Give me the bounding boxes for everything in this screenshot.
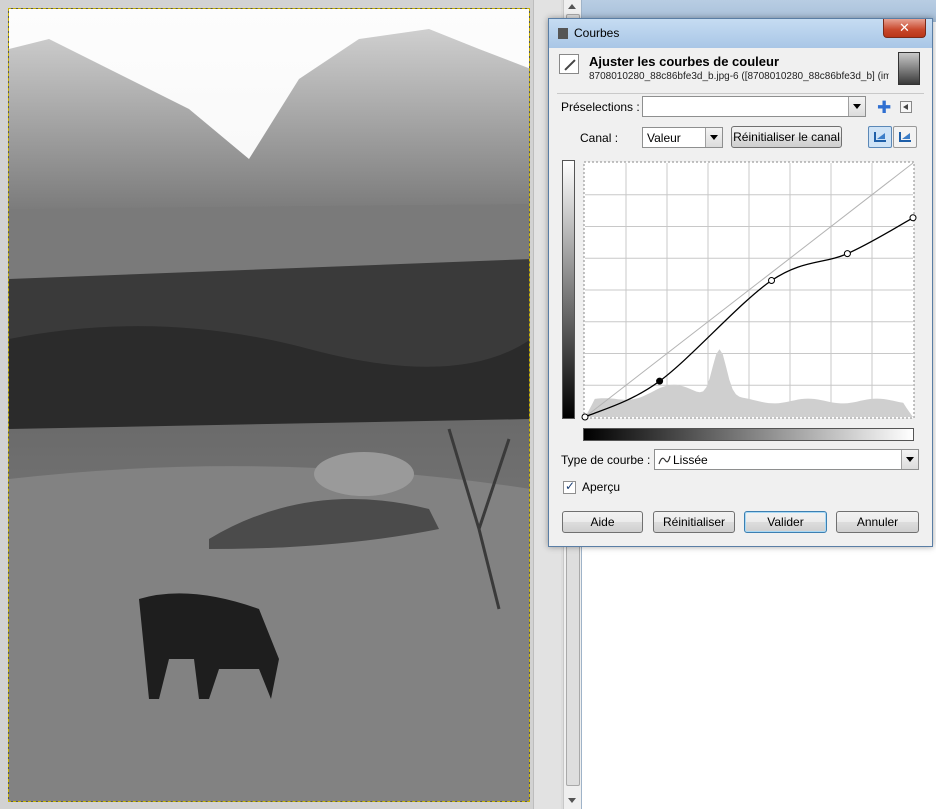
control-point[interactable] [656,377,664,385]
landscape-photo [9,9,529,801]
dialog-header: Ajuster les courbes de couleur 870801028… [557,52,924,90]
chevron-down-icon[interactable] [901,450,918,469]
control-point[interactable] [843,250,851,258]
linear-histogram-icon[interactable] [868,126,892,148]
reset-channel-button[interactable]: Réinitialiser le canal [731,126,842,148]
control-point[interactable] [909,214,917,222]
header-separator [557,93,924,94]
header-subtitle: 8708010280_88c86bfe3d_b.jpg-6 ([87080102… [589,71,889,82]
preview-checkbox[interactable] [563,479,576,494]
smooth-curve-icon [658,455,671,465]
reset-button[interactable]: Réinitialiser [653,511,735,533]
help-button[interactable]: Aide [562,511,643,533]
image-canvas[interactable] [8,8,530,802]
ok-button[interactable]: Valider [744,511,827,533]
log-histogram-icon[interactable] [893,126,917,148]
curve-editor[interactable] [580,158,918,422]
dialog-titlebar[interactable]: Courbes ✕ [549,19,932,48]
input-gradient-bar [583,428,914,441]
channel-value: Valeur [647,131,681,145]
curve-type-combo[interactable]: Lissée [654,449,919,470]
output-gradient-bar [562,160,575,419]
preset-menu-icon[interactable] [900,101,912,113]
header-title: Ajuster les courbes de couleur [589,54,780,69]
window-title: Courbes [574,26,620,40]
curve-type-value: Lissée [673,453,708,467]
presets-combo[interactable] [642,96,866,117]
curves-tool-icon [559,54,579,74]
scroll-up-icon[interactable] [568,4,576,9]
close-button[interactable]: ✕ [883,19,926,38]
chevron-down-icon[interactable] [848,97,865,116]
cancel-button[interactable]: Annuler [836,511,919,533]
channel-combo[interactable]: Valeur [642,127,723,148]
window-icon [558,28,568,39]
add-preset-icon[interactable]: ✚ [877,99,891,116]
curve-type-label: Type de courbe : [561,453,651,467]
channel-label: Canal : [580,131,619,145]
image-canvas-area[interactable] [0,0,560,809]
control-point[interactable] [768,277,776,285]
control-point[interactable] [581,413,589,421]
image-thumbnail [898,52,920,85]
scroll-down-icon[interactable] [568,798,576,803]
preview-label[interactable]: Aperçu [582,480,620,494]
presets-label: Préselections : [561,100,640,114]
chevron-down-icon[interactable] [705,128,722,147]
